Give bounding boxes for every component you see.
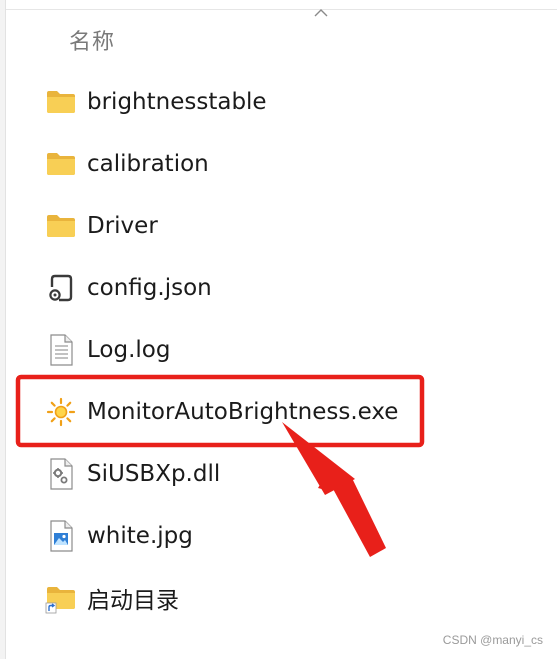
sun-icon — [45, 396, 77, 428]
image-file-icon — [45, 520, 77, 552]
file-row-driver[interactable]: Driver — [45, 206, 158, 246]
sort-ascending-icon[interactable] — [313, 7, 329, 19]
navigation-pane-edge — [0, 0, 6, 659]
folder-icon — [45, 210, 77, 242]
file-name: calibration — [87, 151, 209, 177]
watermark: CSDN @manyi_cs — [442, 633, 543, 647]
file-row-white-jpg[interactable]: white.jpg — [45, 516, 193, 556]
file-row-monitorautobrightness-exe[interactable]: MonitorAutoBrightness.exe — [45, 392, 398, 432]
header-divider — [6, 9, 557, 10]
file-name: Log.log — [87, 337, 171, 363]
file-row-startup-shortcut[interactable]: 启动目录 — [45, 578, 179, 618]
file-name: brightnesstable — [87, 89, 267, 115]
dll-file-icon — [45, 458, 77, 490]
name-column-header[interactable]: 名称 — [69, 24, 115, 56]
file-name: MonitorAutoBrightness.exe — [87, 399, 399, 425]
file-row-brightnesstable[interactable]: brightnesstable — [45, 82, 267, 122]
file-row-log-log[interactable]: Log.log — [45, 330, 170, 370]
file-name: config.json — [87, 275, 212, 301]
folder-icon — [45, 86, 77, 118]
file-row-siusbxp-dll[interactable]: SiUSBXp.dll — [45, 454, 220, 494]
file-name: Driver — [87, 213, 158, 239]
json-file-icon — [45, 272, 77, 304]
file-row-config-json[interactable]: config.json — [45, 268, 212, 308]
file-name: SiUSBXp.dll — [87, 461, 221, 487]
file-row-calibration[interactable]: calibration — [45, 144, 209, 184]
folder-shortcut-icon — [45, 582, 77, 614]
folder-icon — [45, 148, 77, 180]
file-name: white.jpg — [87, 523, 193, 549]
text-file-icon — [45, 334, 77, 366]
file-name: 启动目录 — [87, 588, 179, 614]
